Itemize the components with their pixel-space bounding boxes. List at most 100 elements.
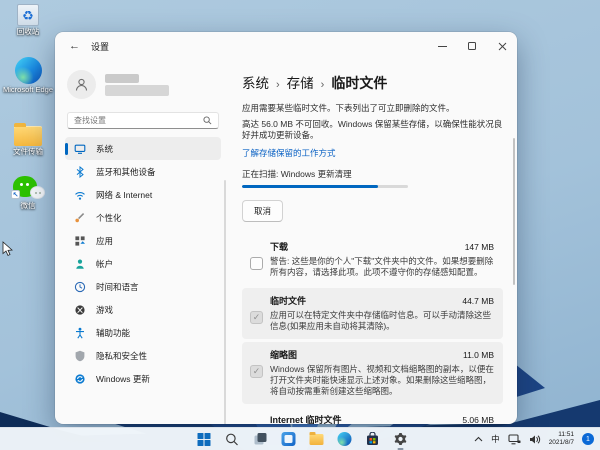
microsoft-store-button[interactable] (364, 431, 381, 448)
checkbox-temporary-files[interactable]: ✓ (250, 311, 263, 324)
learn-more-link[interactable]: 了解存储保留的工作方式 (242, 147, 336, 159)
cancel-button[interactable]: 取消 (242, 200, 283, 222)
file-explorer-button[interactable] (308, 431, 325, 448)
search-input[interactable] (74, 116, 199, 125)
desktop-icon-folder[interactable]: 文件传输 (0, 126, 56, 157)
content-pane: 系统 › 存储 › 临时文件 应用需要某些临时文件。下表列出了可立即删除的文件。… (227, 60, 517, 424)
desktop-icon-wechat[interactable]: ↖ 微信 (0, 176, 56, 211)
sidebar-item-privacy-security[interactable]: 隐私和安全性 (65, 344, 221, 367)
scan-progress-fill (242, 185, 378, 188)
list-item-thumbnails[interactable]: 缩略图 11.0 MB ✓ Windows 保留所有图片、视频和文档缩略图的副本… (242, 342, 503, 404)
edge-icon (15, 57, 42, 84)
sidebar-nav: 系统 蓝牙和其他设备 网络 & Internet 个性化 应用 (65, 137, 221, 390)
volume-icon[interactable] (529, 434, 541, 445)
shield-icon (74, 350, 86, 362)
list-item-internet-temp-files[interactable]: Internet 临时文件 5.06 MB ✓ Internet 临时文件夹中包… (242, 407, 503, 424)
recycle-bin-icon: ♻ (0, 4, 56, 26)
windows-logo-icon (198, 433, 211, 446)
bluetooth-icon (74, 166, 86, 178)
ime-indicator[interactable]: 中 (491, 433, 500, 445)
breadcrumb: 系统 › 存储 › 临时文件 (242, 72, 503, 93)
apps-icon (74, 235, 86, 247)
breadcrumb-system[interactable]: 系统 (242, 72, 269, 92)
sidebar-item-label: 系统 (96, 143, 113, 155)
sidebar-scrollbar[interactable] (224, 180, 226, 424)
item-description: 警告: 这些是你的个人"下载"文件夹中的文件。如果想要删除所有内容，请选择此项。… (270, 256, 494, 278)
sidebar-item-network[interactable]: 网络 & Internet (65, 183, 221, 206)
start-button[interactable] (196, 431, 213, 448)
list-item-temporary-files[interactable]: 临时文件 44.7 MB ✓ 应用可以在特定文件夹中存储临时信息。可以手动清除这… (242, 288, 503, 339)
breadcrumb-separator: › (276, 79, 280, 91)
store-icon (365, 432, 379, 446)
taskbar-search-button[interactable] (224, 431, 241, 448)
settings-taskbar-button[interactable] (392, 431, 409, 448)
window-title: 设置 (91, 40, 109, 53)
clock[interactable]: 11:51 2021/8/7 (549, 431, 574, 447)
content-scrollbar[interactable] (513, 138, 516, 285)
scan-status: 正在扫描: Windows 更新清理 (242, 168, 503, 180)
sidebar-item-accessibility[interactable]: 辅助功能 (65, 321, 221, 344)
sidebar-item-label: 蓝牙和其他设备 (96, 166, 156, 178)
brush-icon (74, 212, 86, 224)
close-button[interactable] (487, 32, 517, 60)
settings-search[interactable] (67, 112, 219, 129)
back-button[interactable]: ← (69, 40, 87, 52)
sidebar-item-gaming[interactable]: 游戏 (65, 298, 221, 321)
sidebar-item-label: 个性化 (96, 212, 122, 224)
sidebar-item-label: Windows 更新 (96, 373, 150, 385)
sidebar-item-system[interactable]: 系统 (65, 137, 221, 160)
file-explorer-icon (309, 434, 323, 445)
task-view-button[interactable] (252, 431, 269, 448)
sidebar-item-label: 辅助功能 (96, 327, 130, 339)
account-icon (74, 258, 86, 270)
page-title: 临时文件 (331, 73, 387, 93)
item-size: 5.06 MB (462, 415, 494, 424)
widgets-button[interactable] (280, 431, 297, 448)
sidebar-item-label: 游戏 (96, 304, 113, 316)
sidebar-item-accounts[interactable]: 帐户 (65, 252, 221, 275)
hidden-icons-chevron[interactable] (474, 436, 483, 442)
desktop-icon-label: 微信 (0, 202, 56, 211)
reserve-note: 高达 56.0 MB 不可回收。Windows 保留某些存储，以确保性能状况良好… (242, 119, 510, 141)
checkbox-thumbnails[interactable]: ✓ (250, 365, 263, 378)
titlebar[interactable]: ← 设置 (55, 32, 517, 60)
item-size: 44.7 MB (462, 296, 494, 306)
xbox-icon (74, 304, 86, 316)
notification-badge[interactable]: 1 (582, 433, 594, 445)
scan-progress-bar (242, 185, 408, 188)
user-info-redacted (105, 85, 169, 96)
tray-date: 2021/8/7 (549, 439, 574, 447)
search-icon (203, 116, 212, 125)
sidebar: 系统 蓝牙和其他设备 网络 & Internet 个性化 应用 (55, 60, 227, 424)
checkbox-downloads[interactable] (250, 257, 263, 270)
sidebar-item-time-language[interactable]: 时间和语言 (65, 275, 221, 298)
item-title: 下载 (270, 240, 288, 253)
item-description: 应用可以在特定文件夹中存储临时信息。可以手动清除这些信息(如果应用未自动将其清除… (270, 310, 494, 332)
desktop-icon-edge[interactable]: Microsoft Edge (0, 57, 56, 95)
sidebar-item-label: 应用 (96, 235, 113, 247)
mouse-cursor (2, 241, 13, 257)
network-icon[interactable] (508, 434, 521, 445)
clock-icon (74, 281, 86, 293)
user-name-redacted (105, 74, 139, 83)
sidebar-item-label: 网络 & Internet (96, 189, 152, 201)
sidebar-item-personalization[interactable]: 个性化 (65, 206, 221, 229)
item-size: 147 MB (465, 242, 494, 252)
sidebar-item-label: 时间和语言 (96, 281, 139, 293)
item-title: Internet 临时文件 (270, 413, 342, 424)
item-description: Windows 保留所有图片、视频和文档缩略图的副本，以便在打开文件夹时能快速显… (270, 364, 494, 397)
minimize-button[interactable] (427, 32, 457, 60)
edge-icon (337, 432, 351, 446)
settings-window: ← 设置 (55, 32, 517, 424)
maximize-button[interactable] (457, 32, 487, 60)
list-item-downloads[interactable]: 下载 147 MB 警告: 这些是你的个人"下载"文件夹中的文件。如果想要删除所… (242, 234, 503, 285)
sidebar-item-apps[interactable]: 应用 (65, 229, 221, 252)
edge-button[interactable] (336, 431, 353, 448)
user-account[interactable] (67, 70, 219, 99)
folder-icon (14, 126, 42, 146)
breadcrumb-storage[interactable]: 存储 (287, 72, 314, 92)
sidebar-item-bluetooth-devices[interactable]: 蓝牙和其他设备 (65, 160, 221, 183)
sidebar-item-windows-update[interactable]: Windows 更新 (65, 367, 221, 390)
gear-icon (393, 432, 407, 446)
desktop-icon-recycle-bin[interactable]: ♻ 回收站 (0, 4, 56, 37)
